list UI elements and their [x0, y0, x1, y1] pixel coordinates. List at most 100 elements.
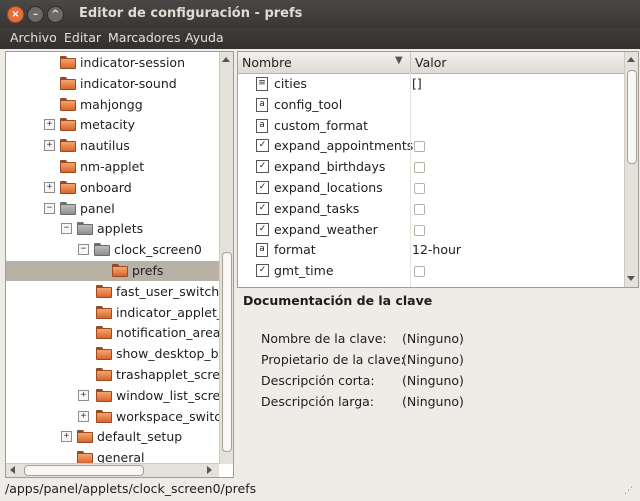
tree-row-label: onboard — [80, 179, 132, 195]
folder-icon — [96, 347, 112, 361]
keys-vscroll-thumb[interactable] — [627, 70, 637, 164]
expand-icon[interactable]: + — [78, 389, 89, 401]
key-value-checkbox[interactable] — [414, 141, 425, 153]
tree-row-label: indicator-sound — [80, 75, 177, 91]
scroll-left-icon[interactable] — [10, 466, 15, 474]
key-value[interactable]: 12-hour — [412, 242, 461, 257]
string-key-icon: a — [256, 243, 268, 258]
tree-row-label: panel — [80, 200, 115, 216]
column-header-name[interactable]: Nombre ▼ — [238, 52, 411, 74]
doc-title: Documentación de la clave — [243, 293, 433, 308]
collapse-icon[interactable]: − — [61, 223, 72, 235]
tree-vertical-scrollbar[interactable] — [219, 52, 233, 464]
sort-arrow-icon: ▼ — [395, 55, 403, 66]
key-row[interactable]: ✓ gmt_time — [238, 261, 621, 281]
tree-row-label: nm-applet — [80, 159, 145, 174]
tree-row[interactable]: fast_user_switch_ — [6, 282, 225, 302]
tree-row[interactable]: + default_setup — [6, 427, 220, 447]
menu-archivo[interactable]: Archivo — [10, 30, 57, 45]
directory-tree[interactable]: indicator-session indicator-sound mahjongg… — [5, 51, 234, 478]
tree-row[interactable]: + metacity — [6, 115, 220, 135]
scroll-up-icon[interactable] — [222, 57, 230, 62]
collapse-icon[interactable]: − — [44, 202, 55, 214]
key-name: expand_appointments — [274, 138, 414, 154]
folder-open-icon — [94, 243, 110, 257]
tree-row-label: clock_screen0 — [114, 242, 202, 258]
expand-icon[interactable]: + — [78, 410, 89, 422]
tree-row[interactable]: show_desktop_bu — [6, 344, 227, 364]
key-list[interactable]: Nombre ▼ Valor ≡ cities[] a config_tool a cus… — [237, 51, 639, 288]
string-key-icon: a — [256, 97, 268, 112]
expand-icon[interactable]: + — [44, 140, 55, 152]
tree-row[interactable]: trashapplet_scree — [6, 365, 228, 385]
collapse-icon[interactable]: − — [78, 244, 89, 256]
folder-icon — [60, 76, 76, 90]
status-bar: /apps/panel/applets/clock_screen0/prefs … — [0, 478, 640, 501]
maximize-icon: ^ — [51, 9, 60, 20]
tree-row[interactable]: indicator-sound — [6, 74, 220, 94]
tree-row[interactable]: nm-applet — [6, 157, 220, 177]
tree-horizontal-scrollbar[interactable] — [6, 463, 219, 477]
menu-editar[interactable]: Editar — [64, 30, 101, 45]
key-value-checkbox[interactable] — [414, 266, 425, 278]
key-row[interactable]: a custom_format — [238, 116, 621, 136]
tree-row[interactable]: prefs — [6, 261, 220, 281]
close-button[interactable]: × — [7, 6, 24, 23]
folder-icon — [60, 56, 76, 69]
key-value-checkbox[interactable] — [414, 162, 425, 174]
key-row[interactable]: ≡ cities [] — [238, 74, 621, 94]
doc-field-value: (Ninguno) — [402, 331, 464, 346]
minimize-button[interactable]: – — [27, 6, 44, 23]
folder-icon — [96, 409, 112, 423]
tree-row[interactable]: + onboard — [6, 178, 220, 198]
key-value-checkbox[interactable] — [414, 224, 425, 236]
boolean-key-icon: ✓ — [256, 222, 269, 236]
tree-row[interactable]: indicator-session — [6, 53, 220, 73]
key-value-checkbox[interactable] — [414, 203, 425, 215]
column-header-value[interactable]: Valor — [411, 52, 625, 74]
tree-row[interactable]: mahjongg — [6, 95, 220, 115]
tree-hscroll-thumb[interactable] — [24, 465, 144, 476]
folder-icon — [96, 326, 112, 340]
keys-scroll-up-icon[interactable] — [627, 57, 635, 62]
key-value-checkbox[interactable] — [414, 183, 425, 194]
tree-row[interactable]: + nautilus — [6, 136, 220, 156]
maximize-button[interactable]: ^ — [47, 6, 64, 23]
doc-field-label: Propietario de la clave: — [261, 352, 405, 367]
expand-icon[interactable]: + — [44, 119, 55, 131]
tree-row[interactable]: + workspace_switch — [6, 407, 229, 427]
key-row[interactable]: ✓ expand_birthdays — [238, 157, 621, 177]
folder-icon — [96, 368, 112, 381]
menu-marcadores[interactable]: Marcadores — [108, 30, 181, 45]
key-name: format — [274, 242, 316, 258]
title-bar: × – ^ Editor de configuración - prefs — [0, 0, 640, 28]
key-row[interactable]: ✓ expand_tasks — [238, 199, 621, 219]
scroll-right-icon[interactable] — [207, 466, 212, 474]
keys-vertical-scrollbar[interactable] — [624, 52, 638, 287]
tree-row-label: metacity — [80, 117, 136, 133]
resize-grip-icon[interactable]: ⋰ — [624, 486, 633, 496]
menu-ayuda[interactable]: Ayuda — [185, 30, 224, 45]
tree-row[interactable]: − panel — [6, 199, 220, 219]
tree-row-label: fast_user_switch_ — [116, 283, 226, 299]
key-row[interactable]: a config_tool — [238, 95, 621, 115]
doc-field-label: Descripción corta: — [261, 373, 375, 388]
tree-row[interactable]: indicator_applet_s — [6, 303, 230, 323]
folder-icon — [77, 430, 93, 444]
tree-row[interactable]: − clock_screen0 — [6, 240, 220, 260]
key-row[interactable]: a format 12-hour — [238, 240, 621, 260]
tree-row[interactable]: + window_list_scree — [6, 386, 228, 406]
keys-scroll-down-icon[interactable] — [627, 276, 635, 281]
tree-row-label: nautilus — [80, 138, 130, 154]
expand-icon[interactable]: + — [44, 181, 55, 193]
key-name: cities — [274, 76, 307, 91]
key-row[interactable]: ✓ expand_appointments — [238, 136, 621, 156]
tree-row[interactable]: − applets — [6, 219, 220, 239]
tree-row[interactable]: notification_area_ — [6, 323, 227, 343]
key-row[interactable]: ✓ expand_weather — [238, 220, 621, 240]
key-value[interactable]: [] — [412, 76, 422, 91]
tree-vscroll-thumb[interactable] — [222, 252, 232, 452]
expand-icon[interactable]: + — [61, 431, 72, 443]
key-name: custom_format — [274, 117, 368, 133]
key-row[interactable]: ✓ expand_locations — [238, 178, 621, 198]
